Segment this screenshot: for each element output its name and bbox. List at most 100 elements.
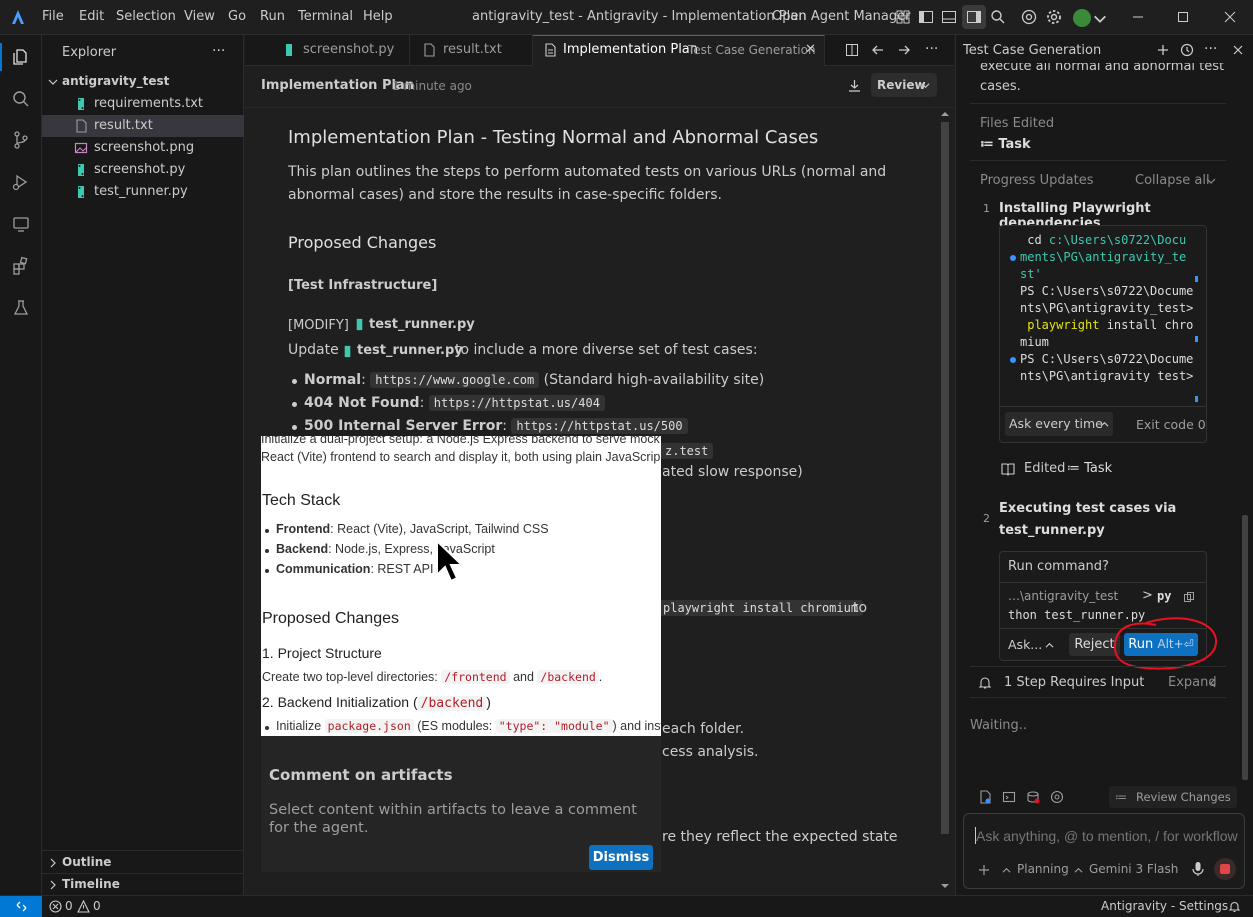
browser-context-icon[interactable]: [1050, 790, 1064, 804]
review-button[interactable]: Review: [871, 73, 937, 97]
timeline-label: Timeline: [62, 877, 120, 891]
warning-count[interactable]: 0: [93, 899, 101, 913]
step-title: Executing test cases via: [999, 501, 1177, 516]
warning-icon[interactable]: [77, 900, 90, 913]
menu-edit[interactable]: Edit: [79, 9, 104, 24]
menu-run[interactable]: Run: [260, 9, 285, 24]
artifact-timestamp: 1 minute ago: [392, 79, 472, 93]
task-file-link[interactable]: ≔ Task: [1067, 461, 1112, 476]
task-file-link[interactable]: ≔ Task: [980, 137, 1031, 152]
menu-go[interactable]: Go: [228, 9, 246, 24]
remote-indicator[interactable]: [0, 896, 42, 917]
database-context-icon[interactable]: [1026, 790, 1040, 804]
search-icon[interactable]: [11, 89, 31, 109]
tab-implementation-plan[interactable]: Implementation Plan Test Case Generation…: [533, 35, 825, 66]
chevron-down-icon: [921, 83, 930, 89]
testing-flask-icon[interactable]: [11, 298, 31, 318]
outline-label: Outline: [62, 855, 112, 869]
arrow-left-icon[interactable]: [871, 43, 885, 57]
download-icon[interactable]: [847, 78, 862, 93]
close-tab-icon[interactable]: ✕: [805, 42, 816, 57]
more-actions-icon[interactable]: ···: [1204, 41, 1217, 57]
divider: [42, 850, 244, 851]
dismiss-button[interactable]: Dismiss: [589, 845, 653, 870]
case-url[interactable]: https://www.google.com: [370, 372, 540, 388]
scroll-up-icon[interactable]: [940, 110, 950, 118]
collapse-all-button[interactable]: Collapse all: [1135, 173, 1210, 188]
chrome-icon[interactable]: [1021, 9, 1037, 25]
toggle-panel-icon[interactable]: [941, 9, 957, 25]
ask-dropdown[interactable]: Ask...: [1008, 637, 1042, 652]
error-count[interactable]: 0: [65, 899, 73, 913]
avatar[interactable]: [1073, 9, 1091, 27]
timeline-section[interactable]: Timeline: [42, 874, 244, 896]
outline-section[interactable]: Outline: [42, 852, 244, 874]
extensions-icon[interactable]: [11, 256, 31, 276]
microphone-icon[interactable]: [1191, 861, 1205, 877]
explorer-files-icon[interactable]: [11, 47, 31, 67]
close-icon[interactable]: [1231, 43, 1245, 57]
tab-screenshot-py[interactable]: screenshot.py: [270, 35, 410, 66]
model-selector[interactable]: Gemini 3 Flash: [1089, 862, 1178, 876]
file-screenshot-py[interactable]: screenshot.py: [42, 159, 244, 181]
open-agent-manager-button[interactable]: Open Agent Manager: [772, 9, 910, 24]
ask-every-time-dropdown[interactable]: Ask every time: [1005, 412, 1113, 436]
chevron-up-icon[interactable]: [1045, 641, 1054, 650]
doc-update-file[interactable]: test_runner.py: [357, 343, 463, 358]
run-debug-icon[interactable]: [11, 172, 31, 192]
editor-scrollbar[interactable]: [940, 110, 950, 888]
gear-icon[interactable]: [1046, 9, 1062, 25]
source-control-icon[interactable]: [11, 130, 31, 150]
chat-input-box[interactable]: Planning Gemini 3 Flash: [963, 813, 1245, 889]
chevron-down-icon[interactable]: [1092, 11, 1108, 27]
error-icon[interactable]: [49, 900, 62, 913]
review-changes-button[interactable]: ≔ Review Changes: [1109, 786, 1237, 808]
arrow-right-icon[interactable]: [897, 43, 911, 57]
search-icon[interactable]: [990, 9, 1006, 25]
close-window-icon[interactable]: [1222, 9, 1238, 25]
terminal-context-icon[interactable]: [1002, 790, 1016, 804]
folder-antigravity-test[interactable]: antigravity_test: [42, 71, 244, 93]
requires-input-bar[interactable]: 1 Step Requires Input Expand: [970, 666, 1226, 698]
copy-icon[interactable]: [1183, 591, 1195, 603]
layout-grid-icon[interactable]: [895, 9, 911, 25]
plus-icon[interactable]: [978, 864, 990, 876]
terminal-scrollbar[interactable]: [1195, 236, 1198, 402]
case-url[interactable]: https://httpstat.us/500: [511, 418, 688, 434]
remote-explorer-icon[interactable]: [11, 214, 31, 234]
minimize-icon[interactable]: [1130, 9, 1146, 25]
split-editor-icon[interactable]: [845, 43, 859, 57]
menu-view[interactable]: View: [184, 9, 215, 24]
scroll-down-icon[interactable]: [940, 882, 950, 890]
menu-file[interactable]: File: [42, 9, 64, 24]
chevron-right-icon: [50, 880, 56, 890]
tab-result-txt[interactable]: result.txt: [410, 35, 533, 66]
more-actions-icon[interactable]: ···: [925, 41, 938, 57]
maximize-icon[interactable]: [1175, 9, 1191, 25]
chat-input[interactable]: [976, 826, 1238, 846]
planning-mode-selector[interactable]: Planning: [1017, 862, 1069, 876]
preview-line: React (Vite) frontend to search and disp…: [261, 450, 661, 464]
file-screenshot-png[interactable]: screenshot.png: [42, 137, 244, 159]
case-url[interactable]: https://httpstat.us/404: [428, 395, 605, 411]
explorer-more-icon[interactable]: ···: [212, 43, 225, 59]
toggle-sidebar-icon[interactable]: [918, 9, 934, 25]
stop-button[interactable]: [1214, 858, 1236, 880]
doc-modify-file[interactable]: test_runner.py: [369, 317, 475, 332]
toggle-secondary-sidebar-icon[interactable]: [966, 9, 982, 25]
scroll-thumb[interactable]: [941, 122, 949, 834]
terminal-line: nts\PG\antigravity_test>: [1020, 369, 1194, 382]
file-context-icon[interactable]: [978, 790, 992, 804]
menu-help[interactable]: Help: [363, 9, 393, 24]
settings-status-item[interactable]: Antigravity - Settings: [1101, 899, 1228, 913]
file-result-txt[interactable]: result.txt: [42, 115, 244, 137]
menu-selection[interactable]: Selection: [116, 9, 176, 24]
menu-terminal[interactable]: Terminal: [298, 9, 353, 24]
file-requirements-txt[interactable]: requirements.txt: [42, 93, 244, 115]
panel-scroll-thumb[interactable]: [1242, 515, 1248, 780]
history-icon[interactable]: [1180, 43, 1194, 57]
bell-icon[interactable]: [1228, 900, 1241, 913]
plus-icon[interactable]: [1156, 43, 1170, 57]
mouse-cursor-icon: [436, 539, 465, 583]
file-test-runner-py[interactable]: test_runner.py: [42, 181, 244, 203]
